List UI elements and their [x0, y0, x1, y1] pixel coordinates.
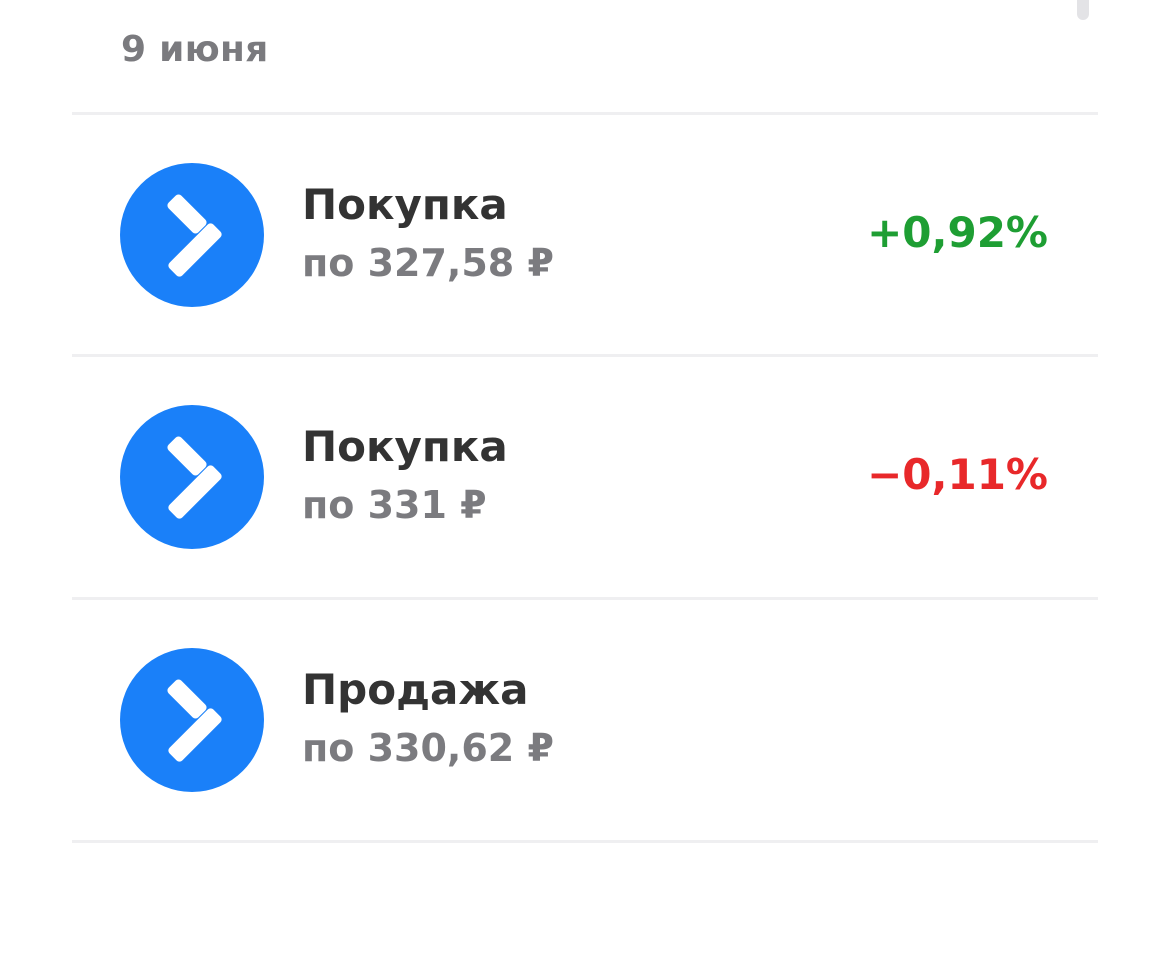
operation-change: +0,92% [867, 208, 1048, 257]
operation-arrow-icon [120, 405, 264, 549]
operation-type: Продажа [302, 665, 529, 714]
operation-row[interactable]: Покупка по 331 ₽ −0,11% [72, 357, 1098, 597]
operation-row[interactable]: Покупка по 327,58 ₽ +0,92% [72, 115, 1098, 355]
operation-row[interactable]: Продажа по 330,62 ₽ [72, 600, 1098, 840]
operation-price: по 331 ₽ [302, 483, 487, 527]
operation-price: по 330,62 ₽ [302, 726, 554, 770]
operation-arrow-icon [120, 648, 264, 792]
operation-price: по 327,58 ₽ [302, 241, 554, 285]
operation-type: Покупка [302, 180, 508, 229]
operation-type: Покупка [302, 422, 508, 471]
scrollbar[interactable] [1077, 0, 1089, 20]
operation-change: −0,11% [867, 450, 1048, 499]
operation-arrow-icon [120, 163, 264, 307]
date-section-header: 9 июня [121, 29, 269, 70]
divider [72, 840, 1098, 843]
